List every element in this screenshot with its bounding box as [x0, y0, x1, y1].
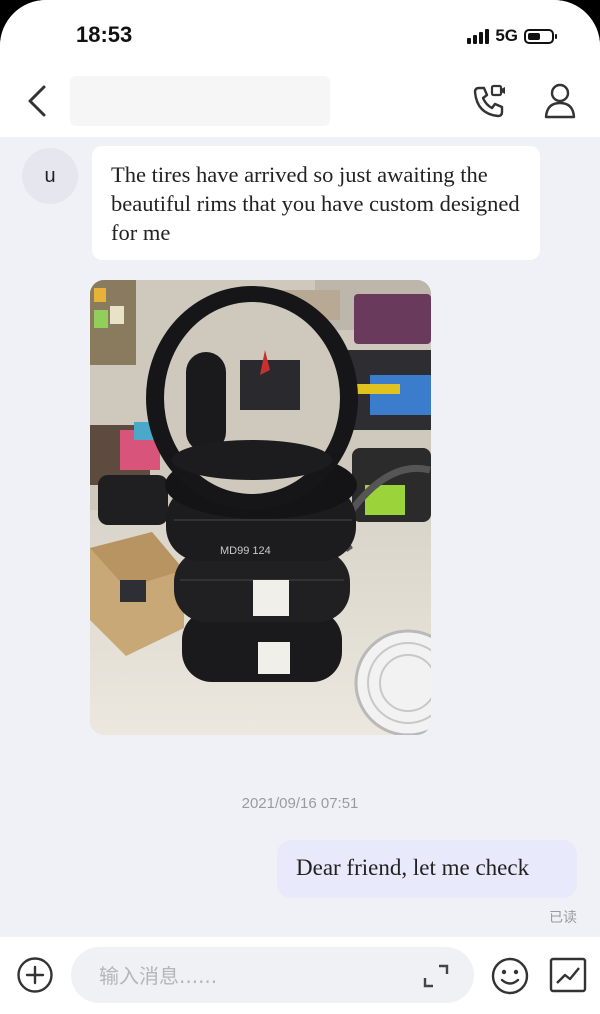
tires-image: MD99 124: [90, 280, 431, 735]
add-attachment-button[interactable]: [16, 956, 54, 994]
battery-icon: [524, 28, 557, 44]
chevron-left-icon: [28, 85, 46, 117]
tires-photo[interactable]: MD99 124: [90, 280, 431, 735]
image-icon: [549, 957, 587, 993]
video-call-icon: [473, 84, 505, 118]
video-call-button[interactable]: [470, 82, 508, 120]
image-button[interactable]: [548, 956, 588, 994]
contact-profile-button[interactable]: [542, 82, 578, 120]
incoming-message[interactable]: The tires have arrived so just awaiting …: [92, 146, 540, 260]
chat-screen: 18:53 5G u The tires have arrived so jus…: [0, 0, 600, 1014]
expand-icon: [423, 964, 449, 988]
expand-input-button[interactable]: [422, 963, 450, 989]
signal-icon: [467, 28, 490, 44]
network-type: 5G: [495, 26, 518, 45]
contact-name-redacted: [70, 76, 330, 126]
smiley-icon: [491, 957, 529, 995]
tire-sidewall-text: MD99 124: [220, 545, 271, 557]
back-button[interactable]: [22, 82, 58, 122]
read-receipt: 已读: [549, 910, 577, 926]
outgoing-message[interactable]: Dear friend, let me check: [277, 840, 577, 898]
message-input-container: [71, 947, 474, 1005]
emoji-button[interactable]: [490, 956, 530, 996]
person-icon: [544, 83, 576, 119]
message-timestamp: 2021/09/16 07:51: [241, 795, 359, 812]
contact-avatar[interactable]: u: [22, 148, 78, 204]
status-indicators: 5G: [467, 25, 557, 47]
plus-circle-icon: [17, 957, 53, 993]
status-time: 18:53: [76, 22, 133, 47]
message-input[interactable]: [97, 947, 401, 1005]
